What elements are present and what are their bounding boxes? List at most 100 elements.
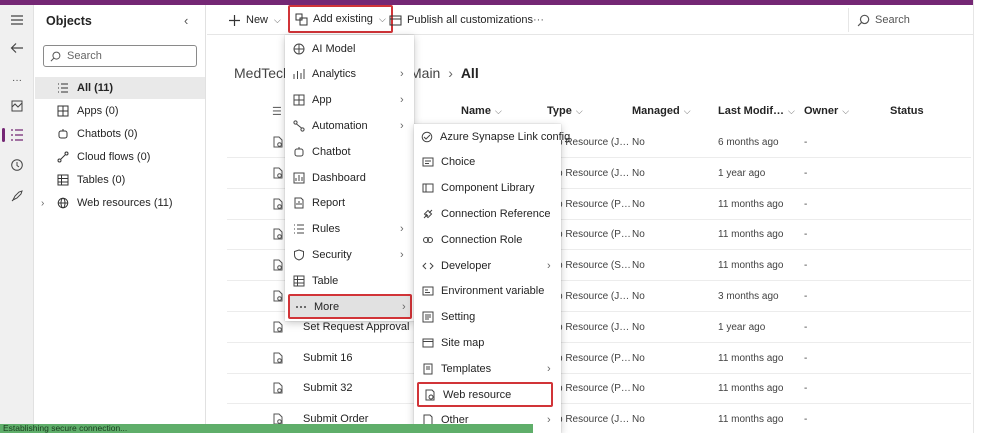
menu-item-choice[interactable]: Choice [414,150,561,175]
menu-item-label: Analytics [312,68,357,81]
objects-item-chatbots[interactable]: Chatbots (0) [35,123,205,145]
environment-variable-icon [421,285,434,298]
row-type-icon: ☰ [272,106,282,118]
column-header-owner[interactable]: Owner ⌵ [804,105,849,117]
objects-item-label: Web resources (11) [77,197,173,209]
menu-item-azure-synapse-link-config[interactable]: Azure Synapse Link config [414,124,570,149]
menu-item-app[interactable]: App › [285,88,414,113]
menu-item-label: Site map [441,336,485,349]
menu-item-chatbot[interactable]: Chatbot [285,139,414,164]
breadcrumb-parent[interactable]: Main [410,65,440,81]
objects-item-cloud-flows[interactable]: Cloud flows (0) [35,146,205,168]
more-options-icon[interactable]: ··· [0,67,34,93]
menu-item-environment-variable[interactable]: Environment variable [414,279,561,304]
objects-item-label: All (11) [77,82,114,94]
breadcrumb-start[interactable]: MedTech [234,65,291,81]
row-type: b Resource (J… [557,167,630,179]
objects-search-input[interactable]: Search [43,45,197,67]
menu-item-web-resource[interactable]: Web resource [417,382,553,407]
row-name[interactable]: Set Request Approval [303,321,409,333]
objects-item-label: Chatbots (0) [77,128,138,140]
chevron-right-icon: › [547,414,551,427]
breadcrumb-current: All [460,65,479,81]
table-row[interactable]: Submit 32 b Resource (P… No 11 months ago - [227,373,971,405]
objects-item-tables[interactable]: Tables (0) [35,169,205,191]
flow-icon [56,151,69,164]
row-type: b Resource (S… [557,260,631,272]
chevron-right-icon: › [400,68,404,81]
menu-item-label: Choice [441,156,476,169]
collapse-panel-icon[interactable]: ‹ [184,13,188,28]
row-name[interactable]: Submit 16 [303,352,353,364]
menu-item-site-map[interactable]: Site map [414,330,561,355]
more-commands-button[interactable]: ··· [533,8,544,32]
chevron-right-icon: › [400,248,404,261]
menu-item-automation[interactable]: Automation › [285,113,414,138]
component-library-icon [421,182,434,195]
synapse-icon [421,130,433,143]
report-icon [292,197,305,210]
menu-item-more[interactable]: More › [288,294,412,319]
menu-item-table[interactable]: Table [285,268,414,293]
column-header-managed[interactable]: Managed ⌵ [632,105,691,117]
menu-item-developer[interactable]: Developer › [414,253,561,278]
menu-item-connection-role[interactable]: Connection Role [414,227,561,252]
menu-item-label: Report [312,197,346,210]
objects-panel: Objects ‹ Search All (11) Apps (0) Chatb… [35,5,206,433]
menu-item-setting[interactable]: Setting [414,305,561,330]
menu-item-label: Table [312,274,339,287]
row-owner: - [804,198,808,210]
breadcrumb-tail: Main › All [410,65,479,81]
objects-item-all[interactable]: All (11) [35,77,205,99]
column-header-type[interactable]: Type ⌵ [547,105,583,117]
overview-icon[interactable] [0,93,34,119]
publish-icon [389,15,402,25]
column-header-last-modified[interactable]: Last Modif… ⌵ [718,105,795,117]
menu-item-dashboard[interactable]: Dashboard [285,165,414,190]
row-managed: No [632,260,645,272]
row-last-modified: 11 months ago [718,352,784,364]
menu-item-rules[interactable]: Rules › [285,217,414,242]
menu-item-connection-reference[interactable]: Connection Reference [414,201,561,226]
row-last-modified: 1 year ago [718,321,766,333]
scrollbar-region[interactable] [973,0,995,433]
back-arrow-icon[interactable] [0,35,34,61]
apps-icon [56,105,69,118]
rocket-icon[interactable] [0,183,34,209]
global-search-label: Search [875,14,910,26]
menu-item-label: Security [312,248,352,261]
objects-item-web-resources[interactable]: › Web resources (11) [35,192,205,214]
global-search[interactable]: Search [848,8,910,32]
objects-item-apps[interactable]: Apps (0) [35,100,205,122]
menu-item-label: Chatbot [312,145,351,158]
row-last-modified: 11 months ago [718,414,784,426]
add-existing-button[interactable]: Add existing ⌵ [288,5,393,33]
table-row[interactable]: Submit 16 b Resource (P… No 11 months ago - [227,343,971,374]
row-last-modified: 11 months ago [718,198,784,210]
menu-item-analytics[interactable]: Analytics › [285,62,414,87]
menu-item-ai-model[interactable]: AI Model [285,36,414,61]
row-name[interactable]: Submit 32 [303,382,353,394]
history-icon[interactable] [0,152,34,178]
publish-all-button[interactable]: Publish all customizations [389,8,533,32]
web-resource-file-icon [273,259,283,271]
menu-item-component-library[interactable]: Component Library [414,176,561,201]
menu-item-security[interactable]: Security › [285,242,414,267]
column-header-name[interactable]: Name ⌵ [461,105,502,117]
menu-item-report[interactable]: Report [285,191,414,216]
hamburger-menu-icon[interactable] [0,7,34,33]
row-type: b Resource (P… [557,198,631,210]
row-managed: No [632,414,645,426]
chevron-right-icon[interactable]: › [41,198,44,209]
objects-icon[interactable] [0,122,34,148]
menu-item-label: Web resource [443,388,512,401]
menu-item-templates[interactable]: Templates › [414,356,561,381]
web-resource-file-icon [273,136,283,148]
new-button[interactable]: New ⌵ [228,8,281,32]
row-owner: - [804,229,808,241]
site-map-icon [421,336,434,349]
status-bar: Establishing secure connection... [0,424,533,433]
templates-icon [421,362,434,375]
row-managed: No [632,198,645,210]
column-header-status[interactable]: Status [890,105,924,117]
